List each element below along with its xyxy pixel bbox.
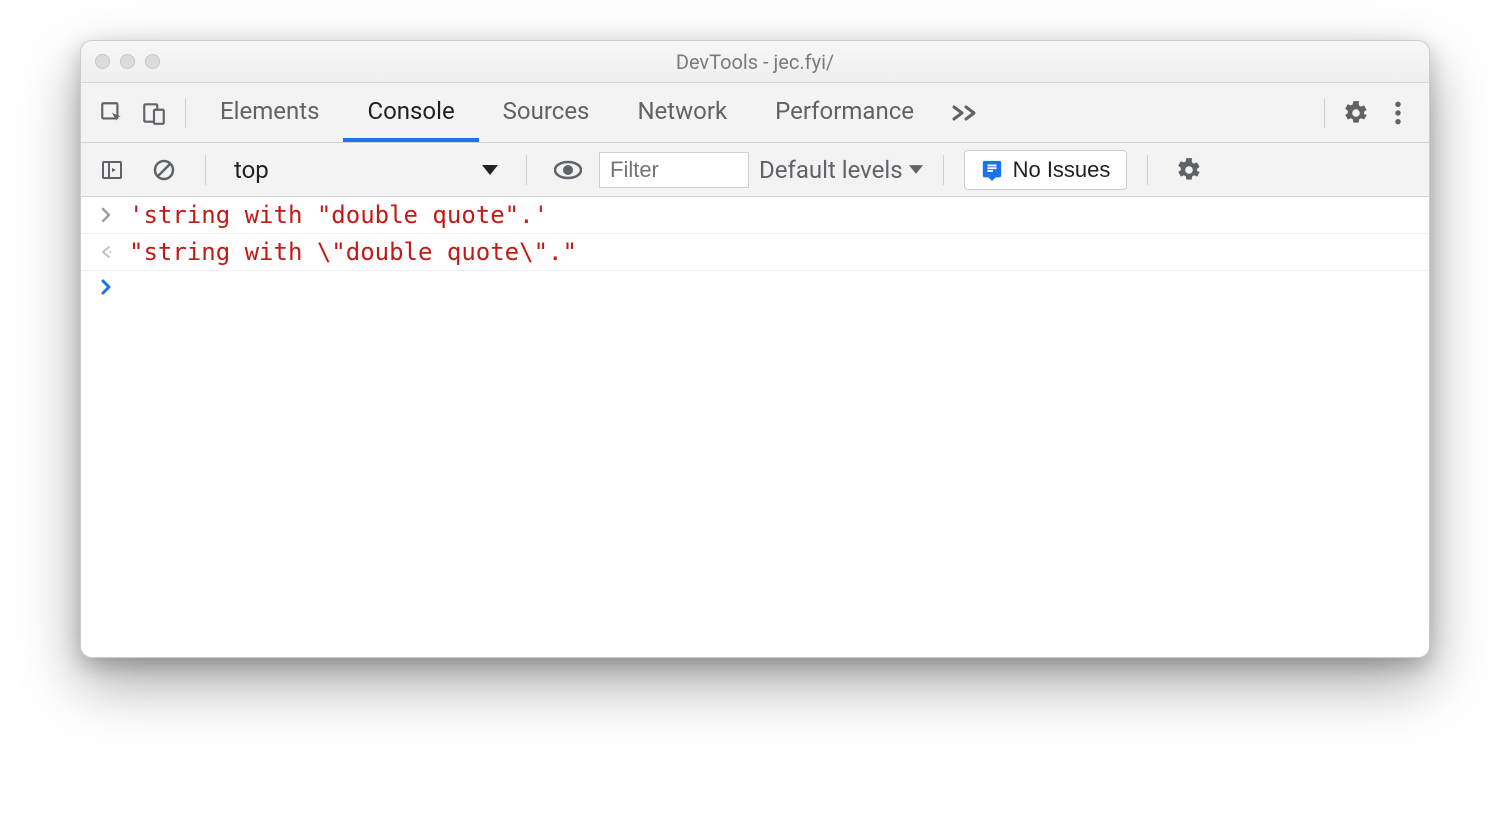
more-tabs-icon[interactable] bbox=[938, 103, 992, 123]
separator bbox=[526, 155, 527, 185]
filter-input[interactable] bbox=[599, 152, 749, 188]
live-expression-icon[interactable] bbox=[547, 149, 589, 191]
traffic-lights bbox=[95, 54, 160, 69]
minimize-window-button[interactable] bbox=[120, 54, 135, 69]
console-prompt[interactable] bbox=[81, 271, 1429, 303]
console-settings-icon[interactable] bbox=[1168, 149, 1210, 191]
tab-network[interactable]: Network bbox=[613, 83, 751, 142]
execution-context-select[interactable]: top bbox=[226, 156, 506, 184]
window-title: DevTools - jec.fyi/ bbox=[81, 50, 1429, 74]
separator bbox=[205, 155, 206, 185]
close-window-button[interactable] bbox=[95, 54, 110, 69]
log-levels-select[interactable]: Default levels bbox=[759, 156, 923, 184]
issues-icon bbox=[981, 159, 1003, 181]
chevron-down-icon bbox=[909, 165, 923, 174]
main-tabbar: Elements Console Sources Network Perform… bbox=[81, 83, 1429, 143]
settings-icon[interactable] bbox=[1335, 92, 1377, 134]
panel-tabs: Elements Console Sources Network Perform… bbox=[196, 83, 938, 142]
separator bbox=[943, 155, 944, 185]
prompt-marker-icon bbox=[97, 279, 115, 295]
console-sidebar-toggle-icon[interactable] bbox=[91, 149, 133, 191]
separator bbox=[1324, 98, 1325, 128]
tab-console[interactable]: Console bbox=[343, 83, 478, 142]
execution-context-label: top bbox=[234, 156, 269, 184]
console-output-text: "string with \"double quote\"." bbox=[129, 238, 577, 266]
tab-elements[interactable]: Elements bbox=[196, 83, 343, 142]
input-marker-icon bbox=[97, 207, 115, 223]
chevron-down-icon bbox=[482, 165, 498, 175]
inspect-element-icon[interactable] bbox=[91, 92, 133, 134]
titlebar: DevTools - jec.fyi/ bbox=[81, 41, 1429, 83]
log-levels-label: Default levels bbox=[759, 156, 903, 184]
console-output: 'string with "double quote".' "string wi… bbox=[81, 197, 1429, 657]
issues-label: No Issues bbox=[1013, 157, 1111, 183]
console-input-text: 'string with "double quote".' bbox=[129, 201, 548, 229]
console-input-row[interactable]: 'string with "double quote".' bbox=[81, 197, 1429, 234]
issues-button[interactable]: No Issues bbox=[964, 150, 1128, 190]
separator bbox=[1147, 155, 1148, 185]
tab-sources[interactable]: Sources bbox=[479, 83, 614, 142]
separator bbox=[185, 98, 186, 128]
tab-performance[interactable]: Performance bbox=[751, 83, 938, 142]
kebab-menu-icon[interactable] bbox=[1377, 92, 1419, 134]
output-marker-icon bbox=[97, 244, 115, 260]
devtools-window: DevTools - jec.fyi/ Elements Console Sou… bbox=[80, 40, 1430, 658]
console-toolbar: top Default levels No Issues bbox=[81, 143, 1429, 197]
zoom-window-button[interactable] bbox=[145, 54, 160, 69]
clear-console-icon[interactable] bbox=[143, 149, 185, 191]
device-toolbar-icon[interactable] bbox=[133, 92, 175, 134]
console-output-row[interactable]: "string with \"double quote\"." bbox=[81, 234, 1429, 271]
